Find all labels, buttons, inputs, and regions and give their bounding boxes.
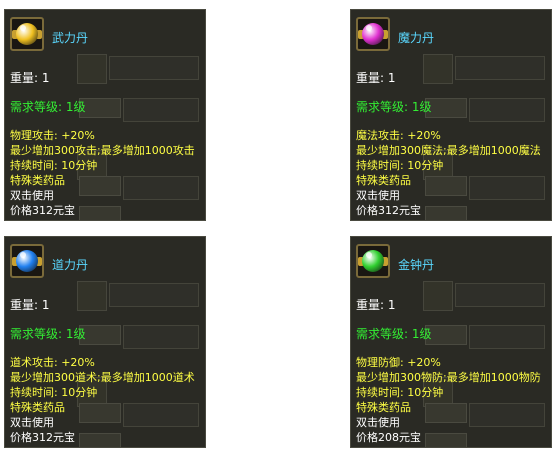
- shop-row: [455, 283, 545, 307]
- item-icon-frame: [10, 17, 44, 51]
- item-tooltip: 金钟丹 重量: 1 需求等级: 1级 物理防御: +20% 最少增加300物防;…: [350, 236, 552, 448]
- item-effect-line: 持续时间: 10分钟: [10, 159, 98, 172]
- item-use-hint: 双击使用: [356, 189, 400, 202]
- item-use-hint: 双击使用: [10, 189, 54, 202]
- item-effect-line: 持续时间: 10分钟: [356, 159, 444, 172]
- item-weight: 重量: 1: [10, 71, 50, 85]
- item-tooltip: 魔力丹 重量: 1 需求等级: 1级 魔法攻击: +20% 最少增加300魔法;…: [350, 9, 552, 221]
- item-price: 价格312元宝: [10, 431, 75, 444]
- item-price: 价格312元宝: [10, 204, 75, 217]
- item-effect-line: 特殊类药品: [356, 174, 411, 187]
- item-description: 道术攻击: +20% 最少增加300道术;最多增加1000道术 持续时间: 10…: [10, 355, 203, 445]
- shop-row: [123, 98, 199, 122]
- item-effect-line: 最少增加300物防;最多增加1000物防: [356, 371, 541, 384]
- item-price: 价格312元宝: [356, 204, 421, 217]
- shop-row: [123, 325, 199, 349]
- item-effect-line: 最少增加300道术;最多增加1000道术: [10, 371, 195, 384]
- item-name: 武力丹: [52, 31, 89, 45]
- item-tooltip: 道力丹 重量: 1 需求等级: 1级 道术攻击: +20% 最少增加300道术;…: [4, 236, 206, 448]
- item-effect-line: 物理防御: +20%: [356, 356, 441, 369]
- item-required-level: 需求等级: 1级: [356, 327, 432, 341]
- item-description: 物理防御: +20% 最少增加300物防;最多增加1000物防 持续时间: 10…: [356, 355, 549, 445]
- item-effect-line: 特殊类药品: [356, 401, 411, 414]
- shop-row: [469, 98, 545, 122]
- item-weight: 重量: 1: [356, 298, 396, 312]
- orb-highlight: [20, 25, 26, 31]
- item-icon-frame: [356, 244, 390, 278]
- item-use-hint: 双击使用: [10, 416, 54, 429]
- item-description: 魔法攻击: +20% 最少增加300魔法;最多增加1000魔法 持续时间: 10…: [356, 128, 549, 218]
- shop-item-slot: [77, 54, 107, 84]
- orb-highlight: [366, 252, 372, 258]
- item-effect-line: 持续时间: 10分钟: [10, 386, 98, 399]
- item-effect-line: 最少增加300攻击;最多增加1000攻击: [10, 144, 195, 157]
- item-effect-line: 道术攻击: +20%: [10, 356, 95, 369]
- item-icon-frame: [10, 244, 44, 278]
- item-effect-line: 特殊类药品: [10, 174, 65, 187]
- item-tooltip: 武力丹 重量: 1 需求等级: 1级 物理攻击: +20% 最少增加300攻击;…: [4, 9, 206, 221]
- shop-row: [109, 283, 199, 307]
- shop-row: [109, 56, 199, 80]
- shop-item-slot: [423, 281, 453, 311]
- item-required-level: 需求等级: 1级: [10, 327, 86, 341]
- shop-item-slot: [423, 54, 453, 84]
- item-effect-line: 物理攻击: +20%: [10, 129, 95, 142]
- shop-item-slot: [77, 281, 107, 311]
- orb-highlight: [20, 252, 26, 258]
- item-weight: 重量: 1: [10, 298, 50, 312]
- item-weight: 重量: 1: [356, 71, 396, 85]
- item-name: 道力丹: [52, 258, 89, 272]
- item-icon-frame: [356, 17, 390, 51]
- item-required-level: 需求等级: 1级: [356, 100, 432, 114]
- item-name: 金钟丹: [398, 258, 435, 272]
- item-effect-line: 持续时间: 10分钟: [356, 386, 444, 399]
- item-name: 魔力丹: [398, 31, 435, 45]
- item-effect-line: 最少增加300魔法;最多增加1000魔法: [356, 144, 541, 157]
- item-description: 物理攻击: +20% 最少增加300攻击;最多增加1000攻击 持续时间: 10…: [10, 128, 203, 218]
- shop-row: [469, 325, 545, 349]
- item-effect-line: 特殊类药品: [10, 401, 65, 414]
- orb-highlight: [366, 25, 372, 31]
- item-price: 价格208元宝: [356, 431, 421, 444]
- item-use-hint: 双击使用: [356, 416, 400, 429]
- item-effect-line: 魔法攻击: +20%: [356, 129, 441, 142]
- shop-row: [455, 56, 545, 80]
- item-required-level: 需求等级: 1级: [10, 100, 86, 114]
